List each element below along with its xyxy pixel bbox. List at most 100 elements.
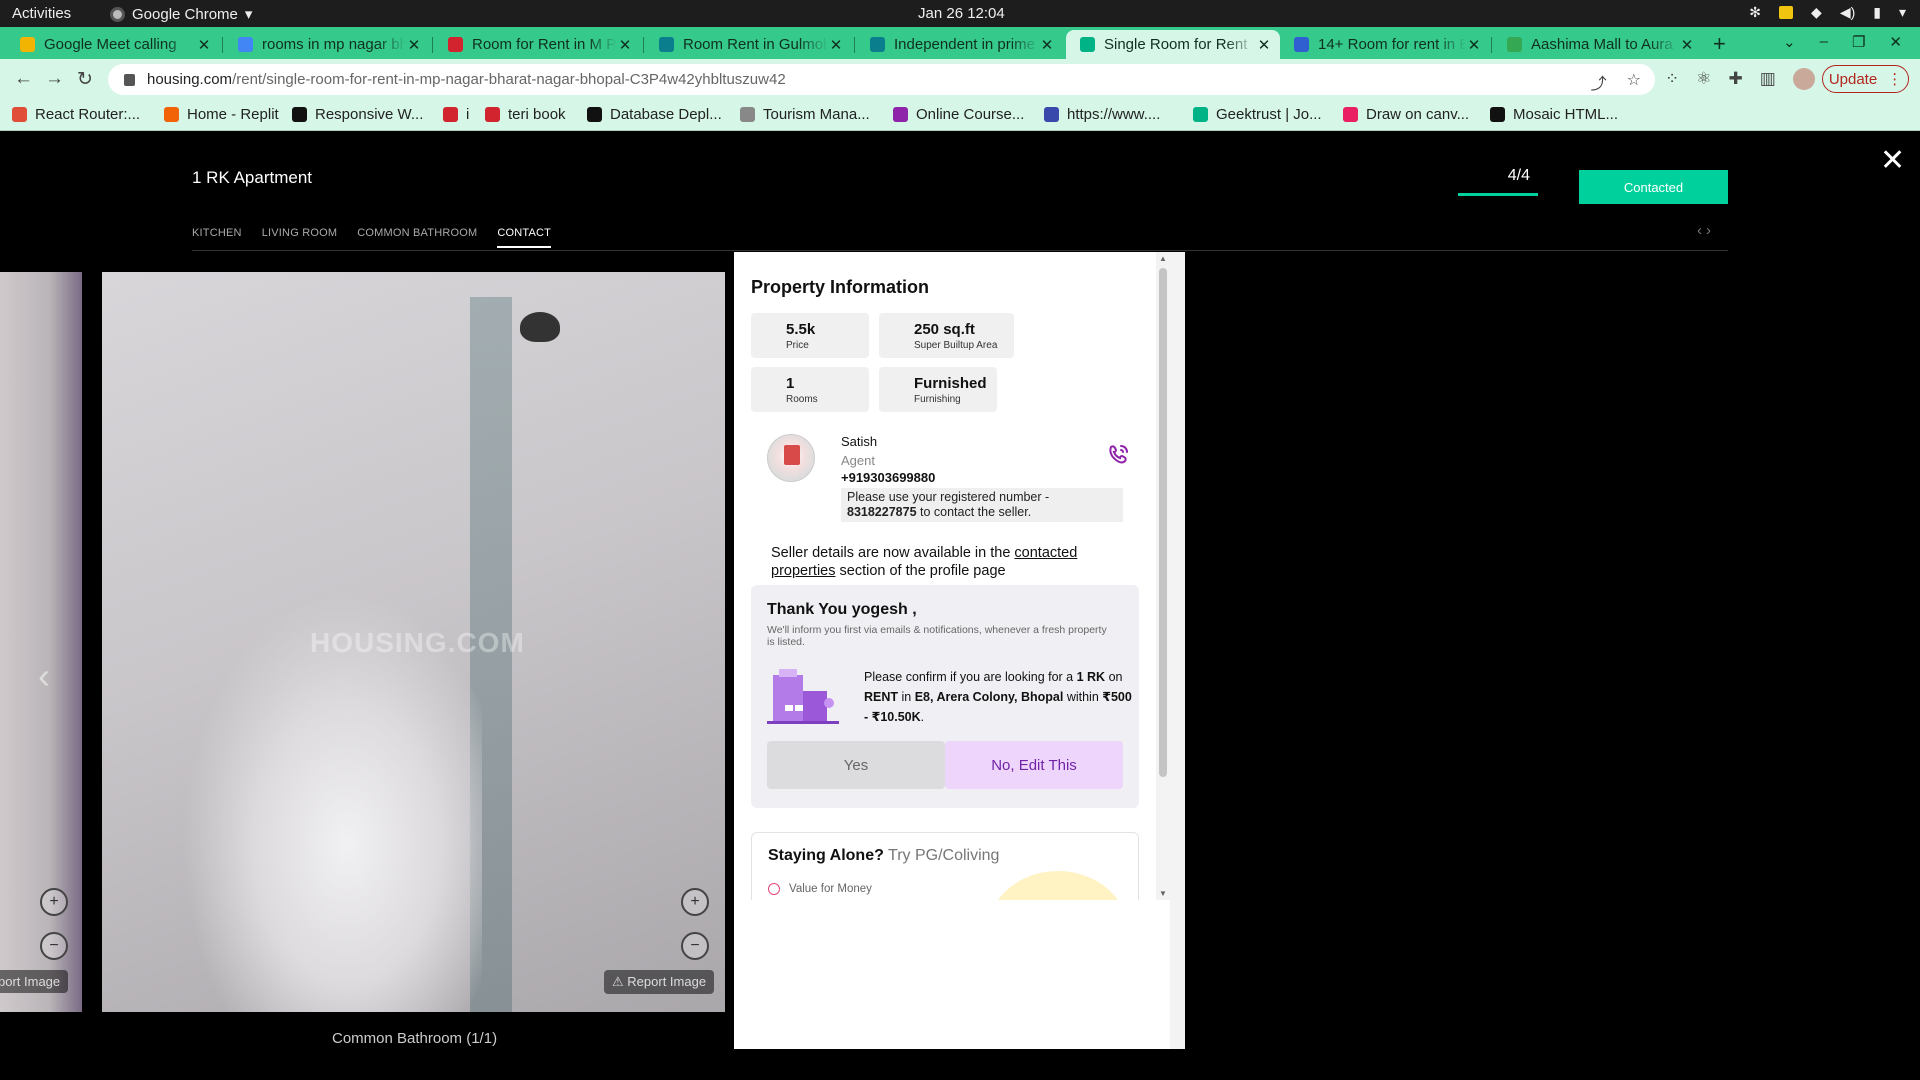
thank-you-subtitle: We'll inform you first via emails & noti… — [767, 624, 1107, 648]
bookmark-star-icon[interactable]: ☆ — [1627, 70, 1641, 94]
agent-phone[interactable]: +919303699880 — [841, 470, 935, 485]
url-text[interactable]: housing.com/rent/single-room-for-rent-in… — [147, 71, 786, 88]
maximize-icon[interactable]: ❐ — [1852, 33, 1865, 51]
tab-title: Room for Rent in M P Nagar — [472, 36, 617, 53]
scroll-up-icon[interactable]: ▲ — [1159, 254, 1167, 263]
zoom-in-icon[interactable]: + — [40, 888, 68, 916]
system-tray[interactable]: ✻ ◆ ◀) ▮ ▾ — [1749, 4, 1906, 21]
previous-image-arrow-icon[interactable]: ‹ — [38, 655, 50, 697]
tab-common-bathroom[interactable]: COMMON BATHROOM — [357, 227, 477, 248]
stat-furnishing: Furnished Furnishing — [879, 367, 997, 412]
side-panel-icon[interactable]: ▥ — [1760, 69, 1776, 89]
stat-area: 250 sq.ft Super Builtup Area — [879, 313, 1014, 358]
minimize-icon[interactable]: – — [1820, 33, 1828, 51]
tab-rooms-search[interactable]: rooms in mp nagar bhopal ✕ — [224, 30, 430, 59]
outer-scrollbar[interactable] — [1170, 252, 1185, 1049]
clock[interactable]: Jan 26 12:04 — [918, 5, 1005, 22]
back-icon[interactable]: ← — [14, 68, 33, 90]
close-tab-icon[interactable]: ✕ — [1256, 36, 1272, 54]
bookmark-item[interactable]: Mosaic HTML... — [1490, 106, 1618, 123]
tab-olx-gulmohar[interactable]: Room Rent in Gulmohar ✕ — [645, 30, 852, 59]
agent-avatar — [767, 434, 815, 482]
tab-google-maps[interactable]: Aashima Mall to Aura ✕ — [1493, 30, 1703, 59]
tab-favicon-icon — [659, 37, 674, 52]
close-tab-icon[interactable]: ✕ — [1039, 36, 1055, 54]
tab-living-room[interactable]: LIVING ROOM — [262, 227, 338, 248]
inner-scrollbar[interactable]: ▲ ▼ — [1156, 252, 1170, 900]
pg-coliving-card[interactable]: Staying Alone? Try PG/Coliving Value for… — [751, 832, 1139, 900]
power-menu-icon[interactable]: ▾ — [1899, 4, 1906, 21]
wifi-icon[interactable]: ◆ — [1811, 4, 1822, 21]
report-image-button[interactable]: port Image — [0, 970, 69, 993]
lock-icon[interactable] — [124, 73, 135, 86]
tab-contact[interactable]: CONTACT — [497, 227, 552, 248]
volume-icon[interactable]: ◀) — [1840, 4, 1855, 21]
tab-google-meet[interactable]: Google Meet calling ✕ — [6, 30, 220, 59]
contacted-button[interactable]: Contacted — [1579, 170, 1728, 204]
zoom-out-icon[interactable]: − — [681, 932, 709, 960]
close-tab-icon[interactable]: ✕ — [406, 36, 422, 54]
tab-magicbricks[interactable]: Room for Rent in M P Nagar ✕ — [434, 30, 641, 59]
update-button[interactable]: Update ⋮ — [1822, 65, 1909, 93]
stat-label: Furnishing — [914, 394, 961, 405]
tab-olx-independent[interactable]: Independent in prime location ✕ — [856, 30, 1063, 59]
bookmark-item[interactable]: React Router:... — [12, 106, 140, 123]
tab-search-icon[interactable]: ⌄ — [1783, 33, 1796, 51]
tab-99acres[interactable]: 14+ Room for rent in Bhopal ✕ — [1280, 30, 1490, 59]
gallery-title: 1 RK Apartment — [192, 168, 313, 187]
close-gallery-icon[interactable]: ✕ — [1880, 143, 1905, 178]
bookmark-item[interactable]: Geektrust | Jo... — [1193, 106, 1322, 123]
profile-avatar[interactable] — [1792, 68, 1815, 90]
previous-photo[interactable]: + − port Image — [0, 272, 82, 1012]
new-tab-button[interactable]: + — [1713, 31, 1726, 57]
pg-benefit-item: Value for Money — [768, 883, 872, 895]
share-icon[interactable]: ⤴ — [1591, 70, 1607, 94]
edit-preference-button[interactable]: No, Edit This — [945, 741, 1123, 789]
close-tab-icon[interactable]: ✕ — [828, 36, 844, 54]
tab-kitchen[interactable]: KITCHEN — [192, 227, 242, 248]
bookmark-item[interactable]: https://www.... — [1044, 106, 1160, 123]
scroll-down-icon[interactable]: ▼ — [1159, 889, 1167, 898]
stat-label: Price — [786, 340, 809, 351]
close-tab-icon[interactable]: ✕ — [196, 36, 212, 54]
inner-scrollbar-thumb[interactable] — [1159, 268, 1167, 777]
bookmark-item[interactable]: teri book — [485, 106, 566, 123]
zoom-in-icon[interactable]: + — [681, 888, 709, 916]
close-window-icon[interactable]: ✕ — [1889, 33, 1902, 51]
bookmark-item[interactable]: i — [443, 106, 469, 123]
close-tab-icon[interactable]: ✕ — [1679, 36, 1695, 54]
bathroom-photo[interactable]: HOUSING.COM + − ⚠ Report Image — [102, 272, 725, 1012]
bookmark-item[interactable]: Responsive W... — [292, 106, 423, 123]
react-devtools-icon[interactable]: ⚛ — [1696, 69, 1711, 89]
tab-scroll-arrows[interactable]: ‹› — [1697, 222, 1715, 239]
bookmark-item[interactable]: Draw on canv... — [1343, 106, 1469, 123]
reload-icon[interactable]: ↻ — [77, 68, 93, 91]
yes-button[interactable]: Yes — [767, 741, 945, 789]
gallery-overlay: 1 RK Apartment 4/4 Contacted ✕ KITCHEN L… — [0, 131, 1920, 1080]
bookmark-item[interactable]: Tourism Mana... — [740, 106, 870, 123]
phone-call-icon[interactable] — [1106, 443, 1130, 467]
battery-icon[interactable]: ▮ — [1873, 4, 1881, 21]
forward-icon[interactable]: → — [45, 68, 64, 90]
tab-title: rooms in mp nagar bhopal — [262, 36, 406, 53]
extensions-puzzle-icon[interactable]: ✚ — [1729, 69, 1743, 89]
zoom-out-icon[interactable]: − — [40, 932, 68, 960]
stat-value: 1 — [786, 375, 795, 392]
notes-icon[interactable] — [1779, 6, 1794, 19]
contact-panel-scroll[interactable]: Property Information 5.5k Price 250 sq.f… — [734, 252, 1170, 900]
close-tab-icon[interactable]: ✕ — [617, 36, 633, 54]
extension-loading-icon[interactable]: ⁘ — [1665, 69, 1679, 89]
bookmark-item[interactable]: Online Course... — [893, 106, 1024, 123]
bookmark-item[interactable]: Database Depl... — [587, 106, 722, 123]
tab-housing-active[interactable]: Single Room for Rent ✕ — [1066, 30, 1280, 59]
activities-button[interactable]: Activities — [12, 5, 71, 22]
close-tab-icon[interactable]: ✕ — [1466, 36, 1482, 54]
thank-you-card: Thank You yogesh , We'll inform you firs… — [751, 585, 1139, 808]
image-counter: 4/4 — [1507, 167, 1530, 184]
app-menu[interactable]: Google Chrome ▾ — [110, 5, 252, 23]
settings-icon[interactable]: ✻ — [1749, 4, 1761, 21]
address-bar[interactable]: housing.com/rent/single-room-for-rent-in… — [108, 64, 1655, 95]
report-image-button[interactable]: ⚠ Report Image — [604, 970, 715, 994]
bookmark-item[interactable]: Home - Replit — [164, 106, 279, 123]
agent-name: Satish — [841, 434, 878, 449]
